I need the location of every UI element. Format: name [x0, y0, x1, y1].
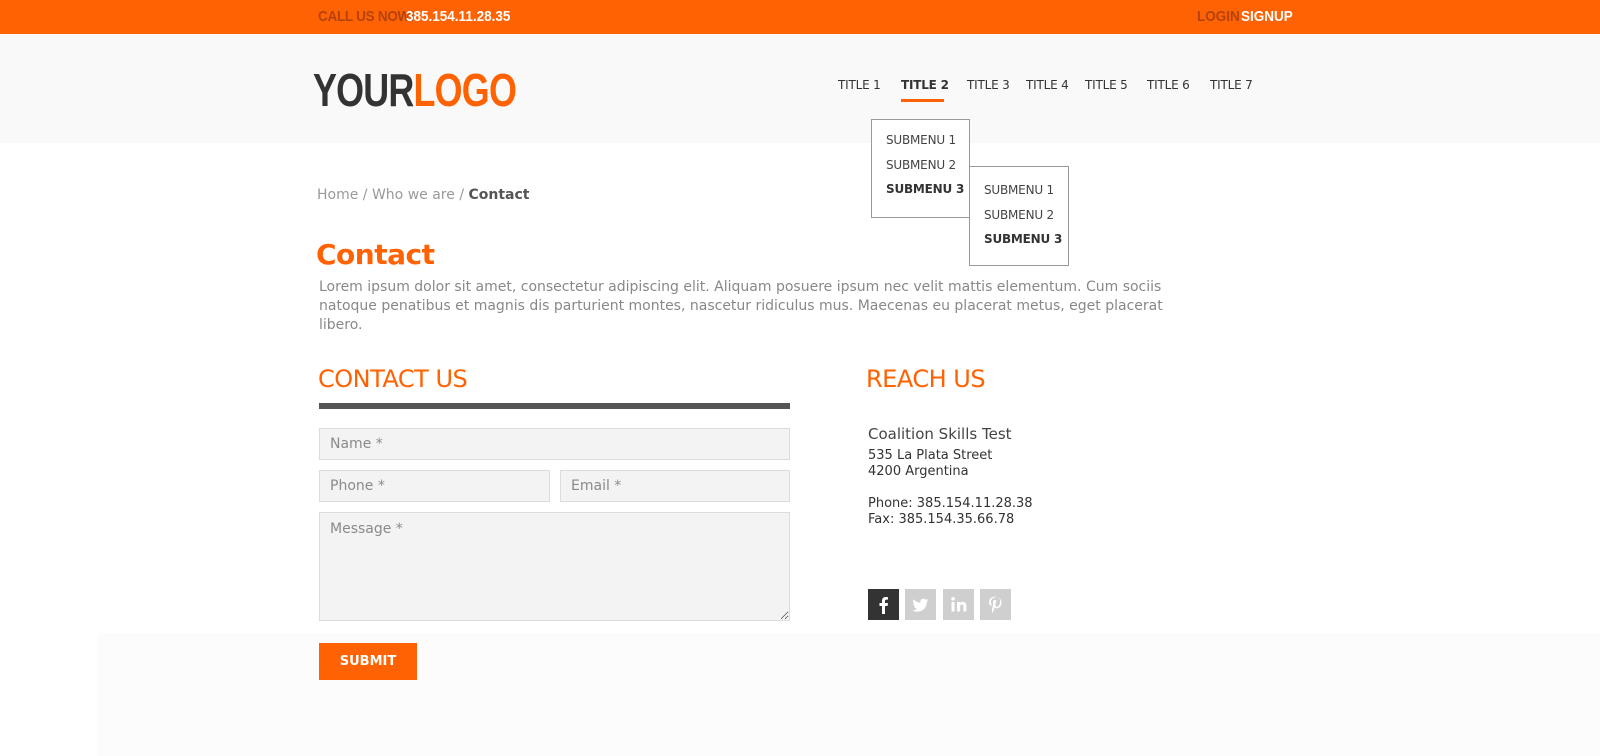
name-input[interactable] — [319, 428, 790, 460]
nav-title-6[interactable]: TITLE 6 — [1147, 78, 1190, 92]
contact-heading-rule — [319, 403, 790, 409]
nested-submenu-item-2[interactable]: SUBMENU 2 — [984, 208, 1054, 222]
logo[interactable]: YOURLOGO — [313, 64, 517, 116]
pinterest-icon[interactable] — [980, 589, 1011, 620]
nested-submenu-dropdown: SUBMENU 1 SUBMENU 2 SUBMENU 3 — [969, 166, 1069, 266]
address-street: 535 La Plata Street — [868, 448, 993, 463]
reach-us-heading: REACH US — [866, 365, 986, 393]
call-us-label: CALL US NOW! — [318, 8, 415, 25]
submenu-item-1[interactable]: SUBMENU 1 — [886, 133, 956, 147]
breadcrumb-home[interactable]: Home — [317, 187, 358, 203]
top-phone-number: 385.154.11.28.35 — [406, 8, 511, 25]
contact-fax: Fax: 385.154.35.66.78 — [868, 512, 1015, 527]
submit-button[interactable]: SUBMIT — [319, 643, 417, 680]
nav-title-2[interactable]: TITLE 2 — [901, 78, 949, 92]
contact-us-heading: CONTACT US — [318, 365, 468, 393]
breadcrumb-separator: / — [459, 187, 465, 203]
breadcrumb-who-we-are[interactable]: Who we are — [372, 187, 455, 203]
logo-part-your: YOUR — [313, 64, 414, 116]
login-link[interactable]: LOGIN — [1197, 8, 1240, 25]
nav-active-indicator — [901, 99, 944, 102]
header — [0, 34, 1600, 143]
submenu-item-2[interactable]: SUBMENU 2 — [886, 158, 956, 172]
message-textarea[interactable] — [319, 512, 790, 621]
nested-submenu-item-3[interactable]: SUBMENU 3 — [984, 232, 1062, 246]
nav-title-1[interactable]: TITLE 1 — [838, 78, 881, 92]
company-name: Coalition Skills Test — [868, 425, 1012, 443]
breadcrumb-separator: / — [362, 187, 368, 203]
page-title: Contact — [316, 238, 435, 271]
phone-input[interactable] — [319, 470, 550, 502]
nav-title-3[interactable]: TITLE 3 — [967, 78, 1010, 92]
nested-submenu-item-1[interactable]: SUBMENU 1 — [984, 183, 1054, 197]
nav-title-5[interactable]: TITLE 5 — [1085, 78, 1128, 92]
nav-title-7[interactable]: TITLE 7 — [1210, 78, 1253, 92]
submenu-item-3[interactable]: SUBMENU 3 — [886, 182, 964, 196]
logo-part-logo: LOGO — [413, 64, 517, 116]
nav-title-4[interactable]: TITLE 4 — [1026, 78, 1069, 92]
email-input[interactable] — [560, 470, 790, 502]
linkedin-icon[interactable] — [943, 589, 974, 620]
contact-phone: Phone: 385.154.11.28.38 — [868, 496, 1033, 511]
twitter-icon[interactable] — [905, 589, 936, 620]
submenu-dropdown: SUBMENU 1 SUBMENU 2 SUBMENU 3 — [871, 119, 970, 218]
facebook-icon[interactable] — [868, 589, 899, 620]
address-city: 4200 Argentina — [868, 464, 969, 479]
intro-text: Lorem ipsum dolor sit amet, consectetur … — [319, 279, 1163, 333]
top-bar: CALL US NOW! 385.154.11.28.35 LOGIN SIGN… — [0, 0, 1600, 34]
signup-link[interactable]: SIGNUP — [1241, 8, 1293, 25]
breadcrumb: Home / Who we are / Contact — [317, 187, 529, 203]
breadcrumb-current: Contact — [468, 187, 530, 203]
